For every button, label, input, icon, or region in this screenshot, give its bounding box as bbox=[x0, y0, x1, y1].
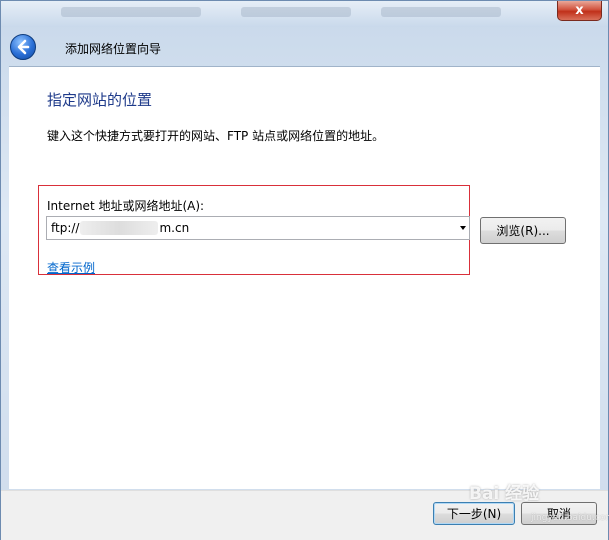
next-button[interactable]: 下一步(N) bbox=[433, 502, 515, 525]
address-value-prefix: ftp:// bbox=[51, 220, 80, 235]
wizard-title: 添加网络位置向导 bbox=[65, 42, 162, 56]
browse-button[interactable]: 浏览(R)... bbox=[480, 217, 566, 244]
blurred-address-segment bbox=[80, 221, 159, 236]
wizard-content: 指定网站的位置 键入这个快捷方式要打开的网站、FTP 站点或网络位置的地址。 I… bbox=[9, 66, 600, 489]
close-icon: x bbox=[575, 3, 584, 18]
back-arrow-icon bbox=[17, 39, 30, 55]
blurred-titlebar-background bbox=[241, 7, 351, 17]
view-example-link[interactable]: 查看示例 bbox=[47, 259, 95, 276]
address-label: Internet 地址或网络地址(A): bbox=[47, 199, 205, 213]
close-button[interactable]: x bbox=[557, 1, 602, 21]
wizard-window: x 添加网络位置向导 指定网站的位置 键入这个快捷方式要打开的网站、FTP 站点… bbox=[0, 0, 609, 540]
blurred-titlebar-background bbox=[381, 7, 501, 17]
address-value-suffix: m.cn bbox=[159, 220, 190, 235]
page-title: 指定网站的位置 bbox=[47, 91, 153, 109]
navigation-bar: 添加网络位置向导 bbox=[1, 27, 608, 65]
title-bar[interactable]: x bbox=[1, 1, 608, 27]
back-button[interactable] bbox=[10, 34, 36, 60]
chevron-down-icon[interactable] bbox=[460, 226, 466, 230]
page-description: 键入这个快捷方式要打开的网站、FTP 站点或网络位置的地址。 bbox=[47, 129, 385, 143]
blurred-titlebar-background bbox=[61, 7, 201, 17]
watermark-url: jingyan.baidu.com bbox=[531, 513, 609, 523]
watermark-logo: Bai 经验 bbox=[469, 484, 540, 504]
address-input[interactable]: ftp:// m.cn bbox=[47, 221, 189, 236]
address-combobox[interactable]: ftp:// m.cn bbox=[46, 216, 470, 240]
